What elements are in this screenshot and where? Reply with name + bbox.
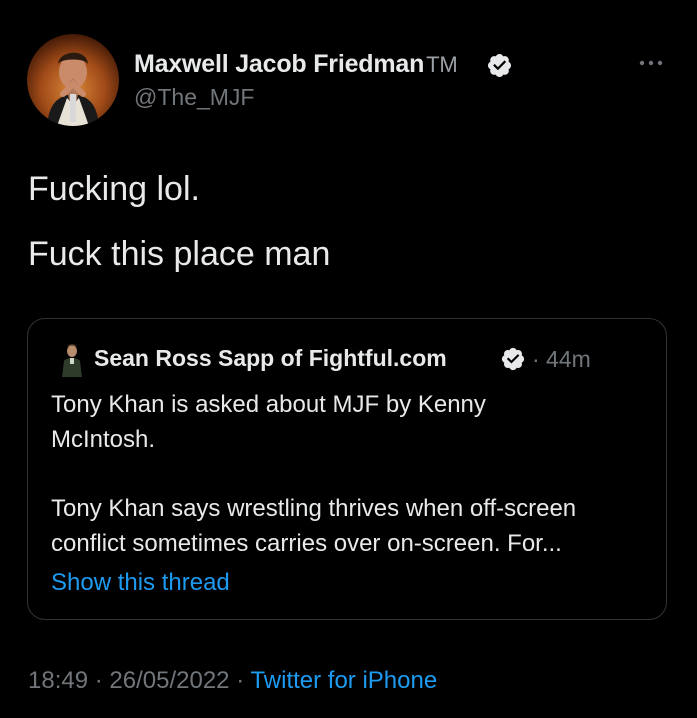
verified-icon [487, 53, 512, 78]
avatar-image [47, 52, 99, 126]
quoted-author-avatar [62, 344, 82, 377]
tweet-detail: Maxwell Jacob FriedmanTM @The_MJF Fuckin… [0, 0, 697, 718]
author-avatar[interactable] [27, 34, 119, 126]
meta-separator: · [94, 667, 103, 694]
quoted-tweet-card[interactable]: Sean Ross Sapp of Fightful.com · 44m Ton… [27, 318, 667, 620]
tweet-time[interactable]: 18:49 [28, 667, 88, 694]
show-thread-link[interactable]: Show this thread [51, 569, 230, 597]
quoted-timestamp: · 44m [532, 346, 591, 372]
tweet-date[interactable]: 26/05/2022 [109, 667, 229, 694]
tweet-source-link[interactable]: Twitter for iPhone [250, 667, 437, 694]
quoted-text-line: conflict sometimes carries over on-scree… [51, 530, 562, 557]
author-name[interactable]: Maxwell Jacob FriedmanTM [134, 50, 458, 79]
meta-separator: · [236, 667, 245, 694]
author-name-text[interactable]: Maxwell Jacob Friedman [134, 50, 424, 78]
trademark-mark: TM [426, 52, 458, 77]
tweet-text-line: Fucking lol. [28, 170, 200, 208]
quoted-text-line: Tony Khan is asked about MJF by Kenny [51, 391, 486, 418]
quoted-text-line: Tony Khan says wrestling thrives when of… [51, 495, 577, 522]
more-options-icon[interactable] [638, 58, 664, 68]
tweet-metadata: 18:49 · 26/05/2022 · Twitter for iPhone [28, 667, 437, 695]
author-handle[interactable]: @The_MJF [134, 84, 254, 111]
quoted-author-name: Sean Ross Sapp of Fightful.com [94, 345, 447, 371]
quoted-text-line: McIntosh. [51, 426, 156, 453]
tweet-text-line: Fuck this place man [28, 235, 331, 273]
verified-icon [501, 347, 525, 371]
